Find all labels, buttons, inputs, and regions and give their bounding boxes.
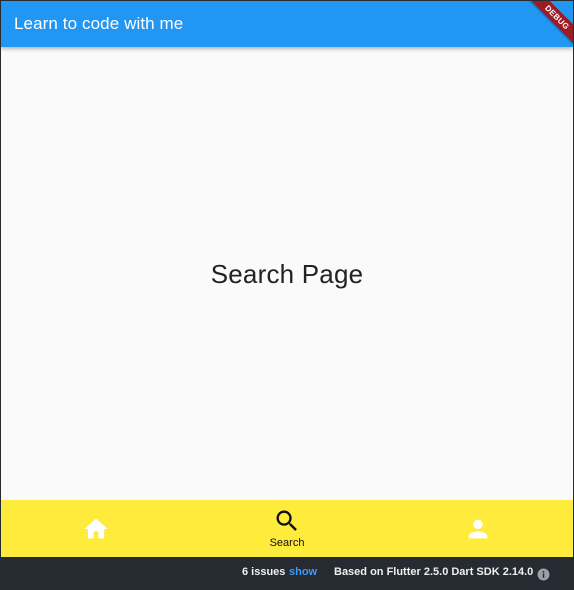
nav-item-search-label: Search [269,537,305,549]
app-viewport: Learn to code with me DEBUG Search Page [1,1,573,557]
app-bar: Learn to code with me [1,1,573,47]
page-body: Search Page [1,47,573,500]
nav-item-search[interactable]: Search [192,500,383,557]
person-icon [464,515,492,543]
home-icon [82,515,110,543]
page-title: Search Page [210,258,364,289]
nav-item-home[interactable] [1,500,192,557]
bottom-navigation-bar: Search [1,500,573,557]
nav-item-profile[interactable] [382,500,573,557]
info-icon[interactable] [537,567,550,581]
device-frame: Learn to code with me DEBUG Search Page [0,0,574,581]
search-icon [273,507,301,535]
app-bar-title: Learn to code with me [14,14,184,33]
status-bar: 6 issues show Based on Flutter 2.5.0 Dar… [0,558,574,581]
